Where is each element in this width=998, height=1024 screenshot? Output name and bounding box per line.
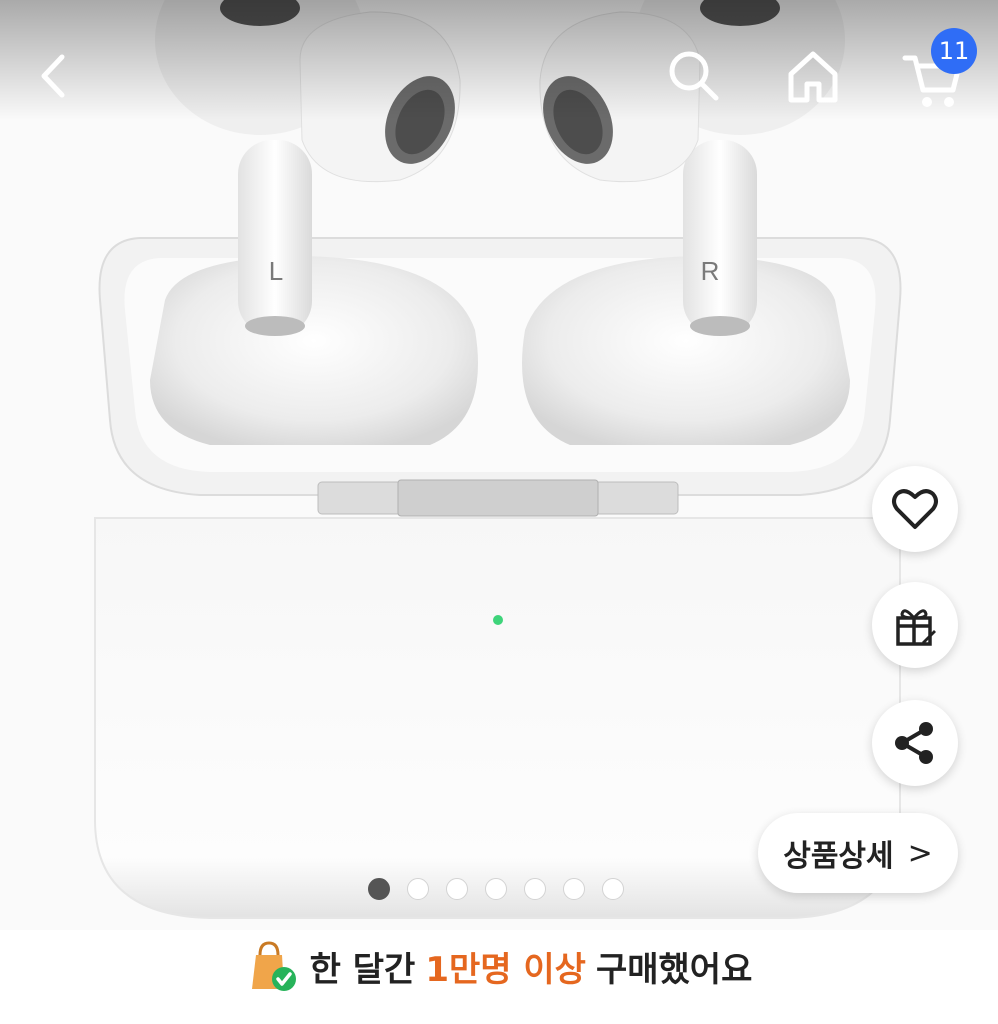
product-detail-label: 상품상세 — [783, 839, 894, 874]
carousel-dot[interactable] — [602, 878, 624, 900]
cart-count-badge: 11 — [931, 28, 977, 74]
banner-suffix: 구매했어요 — [595, 949, 753, 990]
carousel-indicator — [368, 878, 624, 900]
carousel-dot[interactable] — [563, 878, 585, 900]
carousel-dot[interactable] — [524, 878, 546, 900]
home-button[interactable] — [773, 36, 853, 116]
chevron-left-icon — [41, 54, 65, 98]
chevron-right-icon: > — [907, 835, 933, 871]
status-led — [493, 615, 503, 625]
carousel-dot[interactable] — [485, 878, 507, 900]
banner-highlight: 1만명 이상 — [425, 949, 586, 990]
right-earbud-label: R — [701, 256, 720, 286]
carousel-dot[interactable] — [446, 878, 468, 900]
share-button[interactable] — [872, 700, 958, 786]
carousel-dot[interactable] — [368, 878, 390, 900]
heart-icon — [892, 489, 938, 529]
shopping-bag-check-icon — [251, 941, 296, 991]
purchase-stats-banner: 한 달간 1만명 이상 구매했어요 — [0, 936, 998, 996]
search-button[interactable] — [654, 36, 734, 116]
product-image: L R — [94, 0, 902, 919]
share-icon — [895, 722, 933, 764]
home-icon — [788, 51, 838, 103]
product-detail-button[interactable]: 상품상세 > — [758, 813, 958, 893]
carousel-dot[interactable] — [407, 878, 429, 900]
gift-button[interactable] — [872, 582, 958, 668]
gift-icon — [896, 609, 936, 646]
wishlist-button[interactable] — [872, 466, 958, 552]
left-earbud-label: L — [269, 256, 283, 286]
search-icon — [669, 51, 719, 101]
banner-prefix: 한 달간 — [309, 949, 416, 990]
product-image-area[interactable]: L R — [0, 0, 998, 930]
back-button[interactable] — [14, 36, 94, 116]
